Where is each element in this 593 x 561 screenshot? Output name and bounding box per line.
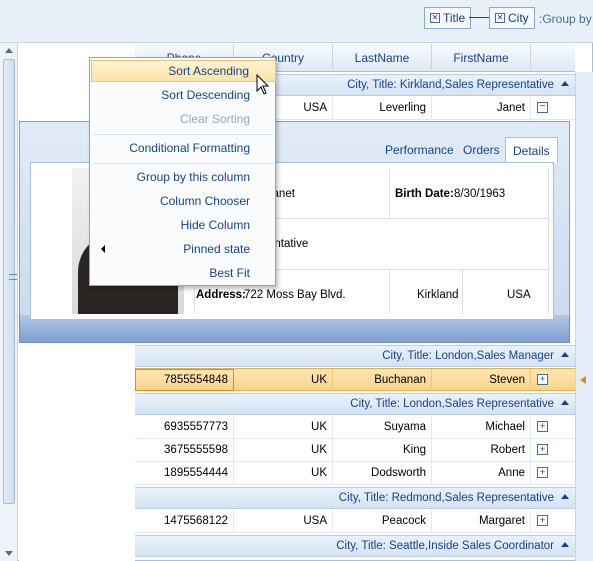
group-row[interactable]: City, Title: Redmond,Sales Representativ… [135,487,575,509]
cell-lastname: Buchanan [333,369,432,391]
expand-icon[interactable]: + [537,421,548,432]
collapse-icon[interactable] [561,400,569,405]
collapse-details-icon[interactable]: − [537,102,548,113]
detail-country: USA [507,289,531,301]
menu-item-column-chooser[interactable]: Column Chooser [91,190,276,212]
scroll-thumb[interactable] [3,59,17,504]
group-row[interactable]: City, Title: London,Sales Representative [135,393,575,415]
cell-country: UK [234,369,333,391]
group-label: City, Title: London,Sales Manager [382,350,554,362]
cell-phone: 1895554444 [135,462,234,484]
cell-lastname: Dodsworth [333,462,432,484]
submenu-arrow-icon [101,245,105,253]
column-header-lastname[interactable]: LastName [333,44,432,72]
menu-item-group-by-column[interactable]: Group by this column [91,166,276,188]
expand-icon[interactable]: + [537,467,548,478]
cell-phone[interactable]: 7855554848 [135,369,234,391]
row-indicator-column [575,72,593,561]
expand-icon[interactable]: + [537,515,548,526]
cell-firstname: Michael [432,416,531,438]
detail-birth-label: Birth Date: [395,188,454,200]
table-row[interactable]: 1895554444 UK Dodsworth Anne + [135,462,575,485]
column-context-menu: Sort Ascending Sort Descending Clear Sor… [89,57,276,286]
detail-birth-value: 8/30/1963 [454,188,506,200]
table-row[interactable]: 3675555598 UK King Robert + [135,439,575,462]
column-header-firstname[interactable]: FirstName [432,44,531,72]
cell-country: USA [234,510,333,532]
expand-icon[interactable]: + [537,374,548,385]
grip-icon [9,274,17,280]
expand-icon[interactable]: + [537,444,548,455]
cell-firstname: Margaret [432,510,531,532]
mouse-cursor-icon [256,74,270,95]
menu-item-hide-column[interactable]: Hide Column [91,214,276,236]
cell-firstname: Anne [432,462,531,484]
cell-lastname: Suyama [333,416,432,438]
collapse-icon[interactable] [561,81,569,86]
group-chip-label: Title [443,11,466,25]
tab-performance[interactable]: Performance [378,137,461,162]
group-row[interactable]: City, Title: London,Sales Manager [135,345,575,367]
group-label: City, Title: Redmond,Sales Representativ… [338,492,554,504]
menu-item-sort-ascending[interactable]: Sort Ascending [91,60,276,82]
cell-lastname: Peacock [333,510,432,532]
table-row[interactable]: 7855554848 UK Buchanan Steven + [135,368,575,391]
cell-phone: 6935557773 [135,416,234,438]
detail-address-value: 722 Moss Bay Blvd. [244,289,346,301]
menu-item-clear-sorting: Clear Sorting [179,112,250,126]
detail-city: Kirkland [417,289,459,301]
cell-firstname: Robert [432,439,531,461]
cell-lastname: King [333,439,432,461]
group-by-panel: ✕ Title ✕ City :Group by [0,0,593,43]
group-label: City, Title: Kirkland,Sales Representati… [347,79,554,91]
cell-country: UK [234,416,333,438]
scroll-down-icon[interactable] [5,551,13,556]
collapse-icon[interactable] [561,352,569,357]
menu-item-pinned-state[interactable]: Pinned state [91,238,276,260]
group-label: City, Title: Seattle,Inside Sales Coordi… [336,540,554,552]
group-chip-title[interactable]: ✕ Title [424,7,472,29]
cell-phone: 3675555598 [135,439,234,461]
menu-item-conditional-formatting[interactable]: Conditional Formatting [91,137,276,159]
divider [389,269,390,314]
cell-country: UK [234,439,333,461]
scroll-up-icon[interactable] [5,48,13,53]
detail-address-label: Address: [196,289,246,301]
group-chip-label: City [508,11,529,25]
vertical-scrollbar[interactable] [0,43,18,561]
menu-item-label: Pinned state [183,242,250,256]
group-label: City, Title: London,Sales Representative [350,398,554,410]
close-icon[interactable]: ✕ [495,13,505,23]
menu-separator [94,134,273,135]
cell-firstname: Janet [432,97,531,119]
menu-separator [94,163,273,164]
divider [389,168,390,218]
menu-item-best-fit[interactable]: Best Fit [91,262,276,284]
close-icon[interactable]: ✕ [430,13,440,23]
tab-orders[interactable]: Orders [456,137,507,162]
current-row-icon [580,376,586,384]
table-row[interactable]: 6935557773 UK Suyama Michael + [135,416,575,439]
divider [548,168,549,314]
group-by-label: :Group by [539,12,592,26]
group-chip-city[interactable]: ✕ City [489,7,535,29]
group-row[interactable]: City, Title: Seattle,Inside Sales Coordi… [135,535,575,557]
collapse-icon[interactable] [561,542,569,547]
cell-country: UK [234,462,333,484]
menu-item-sort-descending[interactable]: Sort Descending [91,84,276,106]
tab-details[interactable]: Details [505,137,558,163]
cell-firstname: Steven [432,369,531,391]
cell-phone: 1475568122 [135,510,234,532]
table-row[interactable]: 1475568122 USA Peacock Margaret + [135,510,575,533]
cell-lastname: Leverling [333,97,432,119]
collapse-icon[interactable] [561,494,569,499]
divider [462,269,463,314]
chip-connector [469,17,489,18]
